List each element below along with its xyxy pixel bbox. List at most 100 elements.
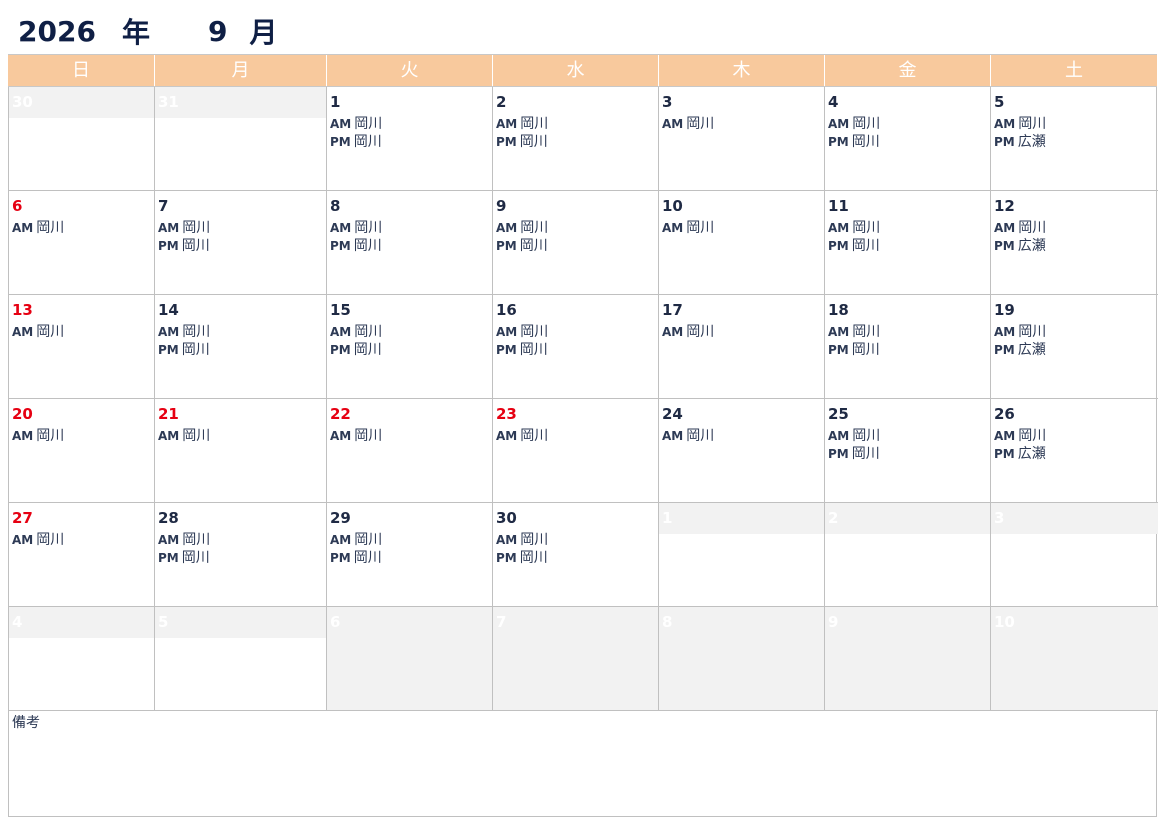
- staff-name: 岡川: [181, 342, 210, 358]
- day-number: 9: [496, 197, 507, 215]
- day-cell[interactable]: 2 AM 岡川 PM 岡川: [493, 87, 659, 191]
- staff-name: 岡川: [686, 324, 715, 340]
- shift-tag: AM: [12, 221, 34, 235]
- day-cell[interactable]: 3: [991, 503, 1158, 607]
- day-grid: 30 31 1 AM 岡川 PM 岡川 2 AM 岡川 PM 岡川 3 AM 岡川 4 AM 岡川 PM 岡川 5 AM 岡…: [8, 87, 1158, 711]
- schedule-entry: PM 岡川: [158, 341, 323, 359]
- shift-tag: AM: [12, 325, 34, 339]
- schedule-entry: AM 岡川: [994, 115, 1155, 133]
- day-cell[interactable]: 16 AM 岡川 PM 岡川: [493, 295, 659, 399]
- day-cell[interactable]: 19 AM 岡川 PM 広瀬: [991, 295, 1158, 399]
- day-cell[interactable]: 10: [991, 607, 1158, 711]
- day-cell[interactable]: 30 AM 岡川 PM 岡川: [493, 503, 659, 607]
- day-cell[interactable]: 23 AM 岡川: [493, 399, 659, 503]
- shift-tag: AM: [994, 117, 1016, 131]
- day-cell[interactable]: 8: [659, 607, 825, 711]
- day-number: 8: [330, 197, 341, 215]
- shift-tag: PM: [828, 343, 849, 357]
- shift-tag: AM: [662, 429, 684, 443]
- staff-name: 岡川: [520, 116, 549, 132]
- day-cell[interactable]: 31: [155, 87, 327, 191]
- day-cell[interactable]: 8 AM 岡川 PM 岡川: [327, 191, 493, 295]
- day-cell[interactable]: 22 AM 岡川: [327, 399, 493, 503]
- staff-name: 岡川: [354, 428, 383, 444]
- title-month-kanji: 月: [249, 16, 278, 49]
- day-number: 12: [994, 197, 1015, 215]
- notes-box[interactable]: 備考: [8, 710, 1157, 817]
- staff-name: 岡川: [851, 134, 880, 150]
- day-cell[interactable]: 26 AM 岡川 PM 広瀬: [991, 399, 1158, 503]
- day-number: 25: [828, 405, 849, 423]
- schedule-entry: AM 岡川: [662, 115, 821, 133]
- staff-name: 広瀬: [1017, 446, 1046, 462]
- day-number: 22: [330, 405, 351, 423]
- schedule-entry: PM 岡川: [496, 341, 655, 359]
- day-cell[interactable]: 14 AM 岡川 PM 岡川: [155, 295, 327, 399]
- day-number: 15: [330, 301, 351, 319]
- day-cell[interactable]: 20 AM 岡川: [9, 399, 155, 503]
- day-number: 2: [496, 93, 507, 111]
- title-month: 9: [207, 14, 228, 48]
- shift-tag: PM: [994, 447, 1015, 461]
- schedule-entry: AM 岡川: [12, 323, 151, 341]
- day-cell[interactable]: 10 AM 岡川: [659, 191, 825, 295]
- day-cell[interactable]: 1 AM 岡川 PM 岡川: [327, 87, 493, 191]
- shift-tag: AM: [330, 325, 352, 339]
- weekday-tue: 火: [326, 55, 492, 86]
- day-cell[interactable]: 30: [9, 87, 155, 191]
- day-cell[interactable]: 25 AM 岡川 PM 岡川: [825, 399, 991, 503]
- day-number: 5: [158, 613, 169, 631]
- day-cell[interactable]: 1: [659, 503, 825, 607]
- day-cell[interactable]: 6: [327, 607, 493, 711]
- day-cell[interactable]: 11 AM 岡川 PM 岡川: [825, 191, 991, 295]
- shift-tag: AM: [330, 533, 352, 547]
- day-number: 20: [12, 405, 33, 423]
- day-cell[interactable]: 29 AM 岡川 PM 岡川: [327, 503, 493, 607]
- staff-name: 岡川: [36, 428, 65, 444]
- day-cell[interactable]: 24 AM 岡川: [659, 399, 825, 503]
- shift-tag: AM: [994, 429, 1016, 443]
- shift-tag: AM: [12, 429, 34, 443]
- day-number: 23: [496, 405, 517, 423]
- day-cell[interactable]: 9: [825, 607, 991, 711]
- day-cell[interactable]: 2: [825, 503, 991, 607]
- schedule-entry: AM 岡川: [158, 323, 323, 341]
- day-cell[interactable]: 15 AM 岡川 PM 岡川: [327, 295, 493, 399]
- shift-tag: AM: [496, 533, 518, 547]
- shift-tag: AM: [330, 221, 352, 235]
- day-cell[interactable]: 28 AM 岡川 PM 岡川: [155, 503, 327, 607]
- day-cell[interactable]: 7: [493, 607, 659, 711]
- day-number: 14: [158, 301, 179, 319]
- staff-name: 岡川: [851, 238, 880, 254]
- day-cell[interactable]: 6 AM 岡川: [9, 191, 155, 295]
- shift-tag: AM: [496, 325, 518, 339]
- shift-tag: PM: [496, 239, 517, 253]
- shift-tag: AM: [662, 117, 684, 131]
- staff-name: 岡川: [1018, 220, 1047, 236]
- day-number: 9: [828, 613, 839, 631]
- day-cell[interactable]: 5: [155, 607, 327, 711]
- day-cell[interactable]: 12 AM 岡川 PM 広瀬: [991, 191, 1158, 295]
- staff-name: 広瀬: [1017, 134, 1046, 150]
- shift-tag: AM: [158, 325, 180, 339]
- staff-name: 岡川: [353, 550, 382, 566]
- day-cell[interactable]: 5 AM 岡川 PM 広瀬: [991, 87, 1158, 191]
- staff-name: 岡川: [519, 550, 548, 566]
- day-number: 10: [994, 613, 1015, 631]
- day-cell[interactable]: 13 AM 岡川: [9, 295, 155, 399]
- day-cell[interactable]: 3 AM 岡川: [659, 87, 825, 191]
- day-cell[interactable]: 7 AM 岡川 PM 岡川: [155, 191, 327, 295]
- day-cell[interactable]: 21 AM 岡川: [155, 399, 327, 503]
- staff-name: 岡川: [686, 220, 715, 236]
- day-cell[interactable]: 4 AM 岡川 PM 岡川: [825, 87, 991, 191]
- day-cell[interactable]: 18 AM 岡川 PM 岡川: [825, 295, 991, 399]
- day-cell[interactable]: 17 AM 岡川: [659, 295, 825, 399]
- day-number: 18: [828, 301, 849, 319]
- title-year: 2026: [18, 14, 96, 48]
- day-cell[interactable]: 27 AM 岡川: [9, 503, 155, 607]
- schedule-entry: PM 広瀬: [994, 237, 1155, 255]
- day-cell[interactable]: 4: [9, 607, 155, 711]
- shift-tag: AM: [158, 221, 180, 235]
- shift-tag: PM: [158, 239, 179, 253]
- day-cell[interactable]: 9 AM 岡川 PM 岡川: [493, 191, 659, 295]
